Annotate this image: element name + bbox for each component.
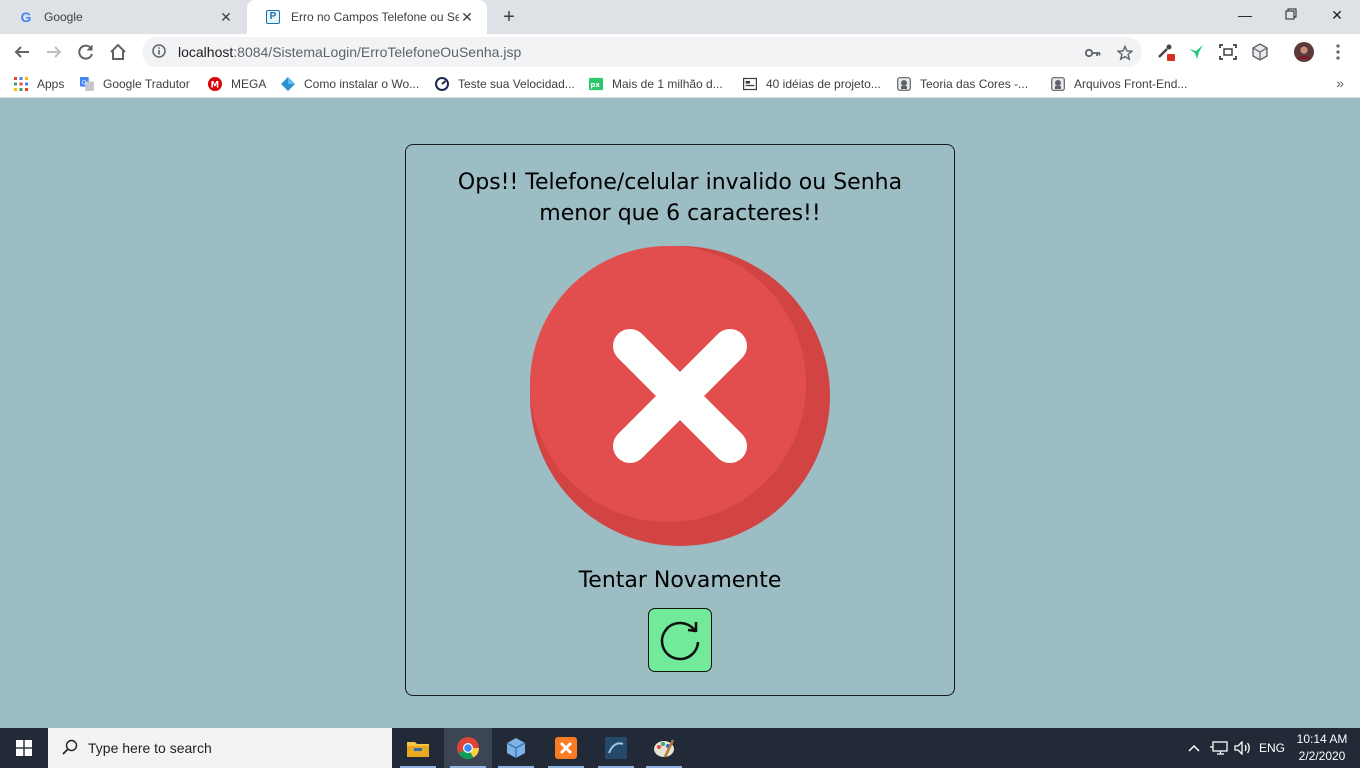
bookmark-label: MEGA bbox=[231, 77, 267, 91]
chrome-icon[interactable] bbox=[444, 728, 492, 768]
retry-button[interactable] bbox=[648, 608, 712, 672]
screenshot-extension-icon[interactable] bbox=[1218, 42, 1238, 62]
bookmark-label: Google Tradutor bbox=[103, 77, 190, 91]
info-icon[interactable] bbox=[152, 43, 166, 61]
bookmark-label: Mais de 1 milhão d... bbox=[612, 77, 723, 91]
browser-toolbar: localhost:8084/SistemaLogin/ErroTelefone… bbox=[0, 34, 1360, 70]
language-indicator[interactable]: ENG bbox=[1256, 728, 1288, 768]
search-icon bbox=[62, 739, 78, 758]
clock-date: 2/2/2020 bbox=[1298, 749, 1346, 763]
url-text: localhost:8084/SistemaLogin/ErroTelefone… bbox=[178, 44, 522, 60]
network-icon[interactable] bbox=[1208, 728, 1230, 768]
file-explorer-icon[interactable] bbox=[394, 728, 442, 768]
p-favicon-icon: P bbox=[265, 9, 281, 25]
svg-text:M: M bbox=[211, 80, 219, 90]
chevron-double-right-icon[interactable]: » bbox=[1336, 75, 1344, 91]
diamond-icon bbox=[281, 77, 295, 91]
tab-title: Google bbox=[44, 10, 83, 24]
bookmark-mais-de-1-milhao[interactable]: px Mais de 1 milhão d... bbox=[589, 75, 723, 93]
address-bar[interactable]: localhost:8084/SistemaLogin/ErroTelefone… bbox=[142, 37, 1142, 67]
profile-avatar[interactable] bbox=[1294, 42, 1314, 62]
svg-text:G: G bbox=[82, 79, 87, 86]
close-icon[interactable]: ✕ bbox=[218, 9, 234, 25]
eyedropper-extension-icon[interactable] bbox=[1156, 42, 1176, 62]
search-placeholder: Type here to search bbox=[88, 740, 212, 756]
clock-time: 10:14 AM bbox=[1296, 732, 1348, 746]
bookmark-label: Como instalar o Wo... bbox=[304, 77, 420, 91]
chevron-up-icon[interactable] bbox=[1184, 728, 1204, 768]
new-tab-plus-icon[interactable]: + bbox=[498, 6, 520, 28]
tab-google[interactable]: G Google ✕ bbox=[0, 0, 246, 34]
bookmarks-bar: Apps G Google Tradutor M MEGA Como insta… bbox=[0, 70, 1360, 98]
bookmark-como-instalar[interactable]: Como instalar o Wo... bbox=[281, 75, 419, 93]
minimize-icon[interactable]: — bbox=[1222, 0, 1268, 30]
apps-grid-icon bbox=[14, 77, 28, 91]
tab-erro[interactable]: P Erro no Campos Telefone ou Senha ✕ bbox=[247, 0, 487, 34]
bookmark-label: Teoria das Cores -... bbox=[920, 77, 1029, 91]
page-content: Ops!! Telefone/celular invalido ou Senha… bbox=[0, 99, 1360, 728]
window-close-icon[interactable]: ✕ bbox=[1314, 0, 1360, 30]
pixabay-icon: px bbox=[589, 77, 603, 91]
site-icon bbox=[1051, 77, 1065, 91]
paint-icon[interactable] bbox=[640, 728, 688, 768]
bookmark-label: Apps bbox=[37, 77, 65, 91]
image-icon bbox=[743, 77, 757, 91]
restore-icon[interactable] bbox=[1268, 0, 1314, 30]
translate-icon: G bbox=[80, 77, 94, 91]
bookmark-mega[interactable]: M MEGA bbox=[208, 75, 266, 93]
error-card: Ops!! Telefone/celular invalido ou Senha… bbox=[405, 144, 955, 696]
error-x-icon bbox=[530, 246, 830, 546]
refresh-icon bbox=[660, 621, 700, 661]
speedtest-icon bbox=[435, 77, 449, 91]
star-icon[interactable] bbox=[1116, 44, 1134, 62]
volume-icon[interactable] bbox=[1232, 728, 1254, 768]
windows-taskbar: Type here to search ENG 10:14 AM 2/2/202… bbox=[0, 728, 1360, 768]
site-icon bbox=[897, 77, 911, 91]
tab-title: Erro no Campos Telefone ou Senha bbox=[291, 10, 459, 24]
kebab-menu-icon[interactable] bbox=[1328, 42, 1348, 62]
bookmark-label: Arquivos Front-End... bbox=[1074, 77, 1188, 91]
windows-start-icon[interactable] bbox=[0, 728, 48, 768]
bookmark-label: 40 idéias de projeto... bbox=[766, 77, 881, 91]
close-icon[interactable]: ✕ bbox=[459, 9, 475, 25]
mysql-workbench-icon[interactable] bbox=[592, 728, 640, 768]
tab-strip: G Google ✕ P Erro no Campos Telefone ou … bbox=[0, 0, 1360, 34]
cube-extension-icon[interactable] bbox=[1250, 42, 1270, 62]
xampp-icon[interactable] bbox=[542, 728, 590, 768]
taskbar-search-input[interactable]: Type here to search bbox=[48, 728, 392, 768]
virtualbox-icon[interactable] bbox=[492, 728, 540, 768]
google-g-icon: G bbox=[20, 9, 32, 25]
bookmark-teste-velocidade[interactable]: Teste sua Velocidad... bbox=[435, 75, 575, 93]
bookmark-apps[interactable]: Apps bbox=[14, 75, 64, 93]
retry-label: Tentar Novamente bbox=[578, 568, 782, 593]
taskbar-clock[interactable]: 10:14 AM 2/2/2020 bbox=[1290, 731, 1354, 765]
back-arrow-icon[interactable] bbox=[8, 38, 36, 66]
home-icon[interactable] bbox=[104, 38, 132, 66]
key-icon[interactable] bbox=[1084, 44, 1102, 62]
bookmark-arquivos-front-end[interactable]: Arquivos Front-End... bbox=[1051, 75, 1187, 93]
bookmark-label: Teste sua Velocidad... bbox=[458, 77, 575, 91]
bookmark-teoria-das-cores[interactable]: Teoria das Cores -... bbox=[897, 75, 1028, 93]
reload-icon[interactable] bbox=[72, 38, 100, 66]
mega-icon: M bbox=[208, 77, 222, 91]
svg-text:px: px bbox=[590, 81, 600, 89]
forward-arrow-icon[interactable] bbox=[40, 38, 68, 66]
hummingbird-extension-icon[interactable] bbox=[1186, 42, 1206, 62]
bookmark-google-tradutor[interactable]: G Google Tradutor bbox=[80, 75, 190, 93]
error-message: Ops!! Telefone/celular invalido ou Senha… bbox=[457, 170, 903, 226]
bookmark-40-ideias[interactable]: 40 idéias de projeto... bbox=[743, 75, 881, 93]
